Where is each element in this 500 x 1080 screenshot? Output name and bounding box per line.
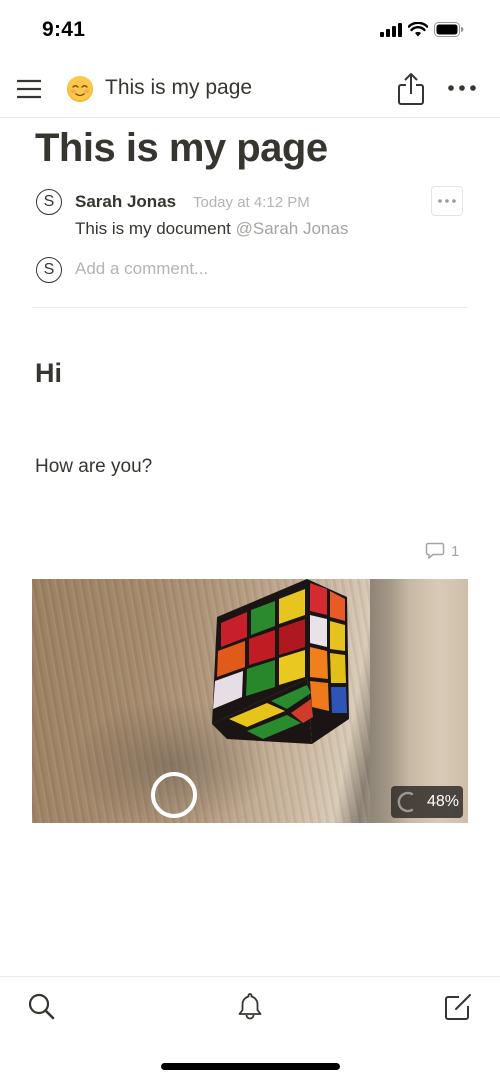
ellipsis-icon (448, 85, 476, 91)
comment-text: This is my document @Sarah Jonas (75, 219, 348, 239)
cellular-signal-icon (380, 22, 402, 37)
comment-more-button[interactable] (431, 186, 463, 216)
loading-spinner-icon (397, 791, 414, 813)
comments-divider (32, 307, 468, 308)
hamburger-menu-icon (17, 79, 41, 99)
comment-author-avatar: S (36, 189, 62, 215)
search-icon (28, 993, 55, 1020)
search-button[interactable] (26, 991, 58, 1023)
status-bar: 9:41 (0, 0, 500, 62)
page-title[interactable]: This is my page (35, 126, 328, 171)
notifications-button[interactable] (234, 991, 266, 1023)
media-capture-button[interactable] (151, 772, 197, 818)
status-time: 9:41 (42, 18, 86, 41)
upload-progress-label: 48% (427, 793, 460, 810)
comment-timestamp: Today at 4:12 PM (193, 194, 310, 211)
status-icons (380, 22, 464, 37)
share-icon (398, 73, 424, 105)
page-emoji-icon[interactable] (66, 75, 94, 103)
menu-button[interactable] (16, 76, 42, 102)
add-comment-input[interactable] (75, 259, 455, 279)
compose-icon (445, 994, 471, 1020)
comment-bubble-icon (425, 542, 445, 559)
new-page-button[interactable] (442, 991, 474, 1023)
current-user-avatar: S (36, 257, 62, 283)
top-nav-bar: This is my page (0, 62, 500, 118)
comment-body: This is my document (75, 219, 231, 238)
rubiks-cube-image (212, 579, 349, 744)
nav-page-title[interactable]: This is my page (105, 76, 252, 100)
text-block[interactable]: How are you? (35, 456, 152, 478)
block-comment-count[interactable]: 1 (425, 542, 459, 560)
battery-icon (434, 22, 464, 37)
comment-mention[interactable]: @Sarah Jonas (236, 219, 349, 238)
comment-count-value: 1 (451, 542, 460, 560)
share-button[interactable] (396, 72, 426, 106)
upload-progress-badge: 48% (391, 786, 463, 818)
more-options-button[interactable] (446, 78, 478, 98)
comment-author: Sarah Jonas (75, 192, 177, 211)
home-indicator[interactable] (161, 1063, 340, 1070)
heading-block[interactable]: Hi (35, 358, 62, 389)
wifi-icon (408, 22, 428, 37)
ellipsis-icon (438, 199, 456, 203)
bell-icon (238, 993, 262, 1020)
